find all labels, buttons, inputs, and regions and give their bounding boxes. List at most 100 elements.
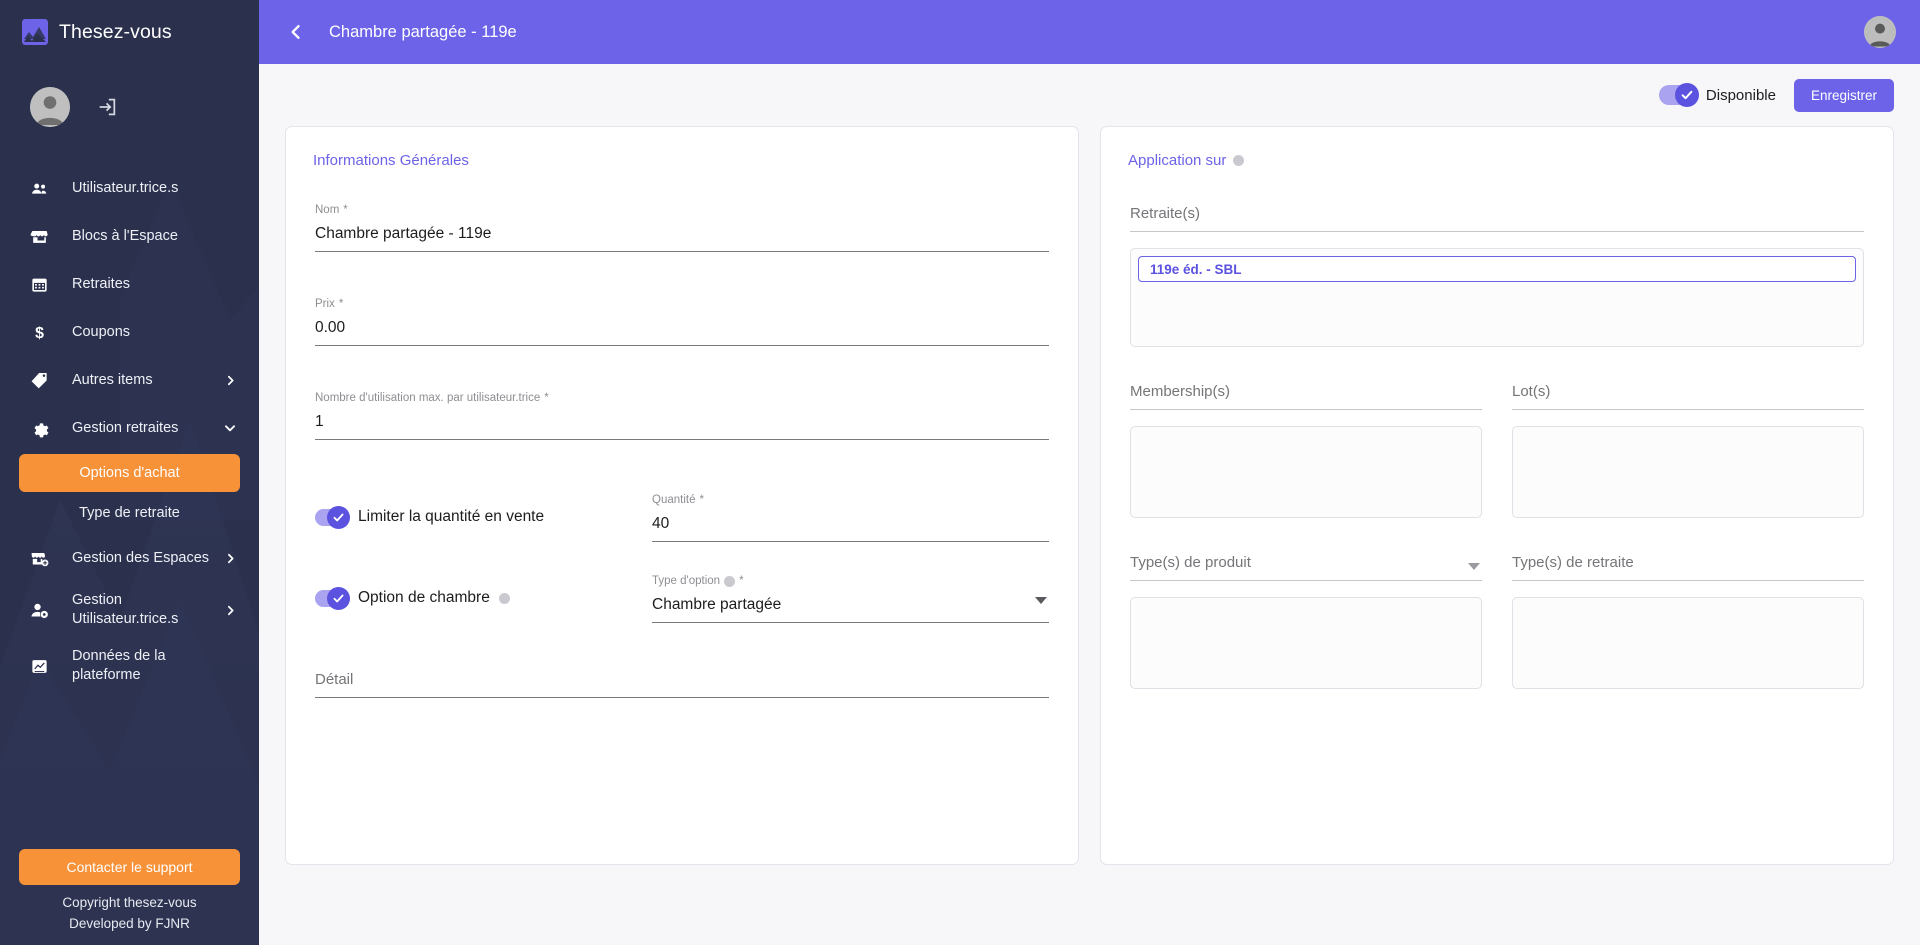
retraite-chip-label: 119e éd. - SBL <box>1150 261 1242 277</box>
field-underline <box>315 696 1049 698</box>
field-label: Type d'option * <box>652 574 1049 589</box>
sidebar-item-label: Retraites <box>72 275 131 292</box>
nombre-utilisation-input-value[interactable]: 1 <box>315 406 1049 439</box>
type-retraite-chip-box[interactable] <box>1512 597 1864 689</box>
sidebar-item-autres-items[interactable]: Autres items <box>0 356 259 404</box>
sidebar-item-blocs[interactable]: Blocs à l'Espace <box>0 212 259 260</box>
sidebar-item-label: Gestion des Espaces <box>72 549 210 566</box>
types-row: Type(s) de produit Type(s) de retraite <box>1130 550 1864 581</box>
nom-input-value[interactable]: Chambre partagée - 119e <box>315 218 1049 251</box>
logout-icon[interactable] <box>96 96 118 118</box>
chevron-down-icon <box>223 421 237 435</box>
sidebar-item-coupons[interactable]: $ Coupons <box>0 308 259 356</box>
types-boxes <box>1130 581 1864 689</box>
lots-placeholder: Lot(s) <box>1512 383 1551 400</box>
general-form: Nom * Chambre partagée - 119e Prix * 0.00 <box>286 127 1078 698</box>
brand-name: Thesez-vous <box>59 20 172 43</box>
sidebar-subitem-type-de-retraite[interactable]: Type de retraite <box>19 494 240 532</box>
field-label: Nombre d'utilisation max. par utilisateu… <box>315 391 1049 406</box>
field-memberships[interactable]: Membership(s) <box>1130 379 1482 410</box>
room-option-toggle[interactable]: Option de chambre <box>315 586 652 610</box>
field-lots[interactable]: Lot(s) <box>1512 379 1864 410</box>
tag-icon <box>28 371 50 390</box>
field-underline <box>315 250 1049 252</box>
type-option-selected-value[interactable]: Chambre partagée <box>652 589 1049 622</box>
prix-input-value[interactable]: 0.00 <box>315 312 1049 345</box>
user-gear-icon <box>28 601 50 620</box>
sidebar-item-label: Blocs à l'Espace <box>72 227 178 244</box>
field-type-option[interactable]: Type d'option * Chambre partagée <box>652 574 1049 623</box>
save-button[interactable]: Enregistrer <box>1793 78 1894 112</box>
sidebar-item-label: Gestion Utilisateur.trice.s <box>72 592 179 627</box>
detail-placeholder: Détail <box>315 670 354 688</box>
sidebar-item-label: Gestion retraites <box>72 419 179 436</box>
sidebar-item-label: Données de la plateforme <box>72 648 166 683</box>
card-title-text: Application sur <box>1128 152 1227 169</box>
svg-text:$: $ <box>35 325 44 342</box>
field-label: Nom * <box>315 203 1049 218</box>
required-marker: * <box>544 391 549 404</box>
info-icon[interactable] <box>1233 155 1245 166</box>
people-icon <box>28 179 50 198</box>
availability-label: Disponible <box>1705 86 1776 104</box>
limit-quantity-toggle[interactable]: Limiter la quantité en vente <box>315 505 652 529</box>
toggle-knob-checked <box>327 586 350 610</box>
memberships-placeholder: Membership(s) <box>1130 383 1231 400</box>
field-underline <box>1130 409 1482 410</box>
application-card: Application sur Retraite(s) 119e éd. - S… <box>1100 126 1894 865</box>
app-root: Thesez-vous Utilisateur.trice.s Blocs à … <box>0 0 1920 945</box>
field-prix[interactable]: Prix * 0.00 <box>315 297 1049 346</box>
sidebar-item-gestion-utilisateurs[interactable]: Gestion Utilisateur.trice.s <box>0 582 259 638</box>
chevron-left-icon[interactable] <box>285 21 307 43</box>
field-nombre-utilisation-max[interactable]: Nombre d'utilisation max. par utilisateu… <box>315 391 1049 440</box>
retraite-chip[interactable]: 119e éd. - SBL <box>1138 256 1856 282</box>
sidebar-item-donnees-plateforme[interactable]: Données de la plateforme <box>0 638 259 694</box>
chevron-right-icon <box>223 374 237 387</box>
calendar-icon <box>28 275 50 294</box>
info-icon[interactable] <box>724 575 736 587</box>
field-type-produit[interactable]: Type(s) de produit <box>1130 550 1482 581</box>
lots-chip-box[interactable] <box>1512 426 1864 518</box>
availability-toggle[interactable]: Disponible <box>1658 83 1776 107</box>
field-underline <box>315 438 1049 440</box>
info-icon[interactable] <box>498 592 510 604</box>
field-underline <box>1512 409 1864 410</box>
type-retraite-placeholder: Type(s) de retraite <box>1512 554 1634 571</box>
copyright: Copyright thesez-vous Developed by FJNR <box>19 893 240 935</box>
chevron-right-icon <box>223 552 237 565</box>
sidebar-item-retraites[interactable]: Retraites <box>0 260 259 308</box>
field-nom[interactable]: Nom * Chambre partagée - 119e <box>315 203 1049 252</box>
field-label-text: Type d'option <box>652 574 721 587</box>
user-avatar-icon[interactable] <box>1864 16 1896 48</box>
sidebar-item-utilisateurs[interactable]: Utilisateur.trice.s <box>0 164 259 212</box>
sidebar-subitem-label: Options d'achat <box>79 465 180 481</box>
sidebar-nav: Utilisateur.trice.s Blocs à l'Espace Ret… <box>0 150 259 694</box>
field-underline <box>1130 580 1482 581</box>
chevron-down-icon[interactable] <box>1035 596 1047 604</box>
gear-icon <box>28 419 50 438</box>
room-option-row: Option de chambre Type d'option * Chambr… <box>315 574 1049 623</box>
field-type-retraite[interactable]: Type(s) de retraite <box>1512 550 1864 581</box>
sidebar-item-label: Utilisateur.trice.s <box>72 179 179 196</box>
contact-support-button[interactable]: Contacter le support <box>19 849 240 886</box>
room-option-label-text: Option de chambre <box>358 589 490 607</box>
user-avatar-icon[interactable] <box>30 87 70 127</box>
type-produit-chip-box[interactable] <box>1130 597 1482 689</box>
toggle-knob-checked <box>327 505 350 529</box>
memberships-chip-box[interactable] <box>1130 426 1482 518</box>
field-label: Prix * <box>315 297 1049 312</box>
sidebar-subitem-options-achat[interactable]: Options d'achat <box>19 454 240 492</box>
chevron-down-icon[interactable] <box>1468 563 1480 570</box>
content-area: Informations Générales Nom * Chambre part… <box>259 126 1920 945</box>
sidebar-item-gestion-retraites[interactable]: Gestion retraites <box>0 404 259 452</box>
field-detail[interactable]: Détail <box>315 667 1049 698</box>
retraites-placeholder: Retraite(s) <box>1130 205 1201 222</box>
card-title-text: Informations Générales <box>313 152 469 169</box>
field-quantite[interactable]: Quantité * 40 <box>652 493 1049 542</box>
sidebar-item-gestion-des-espaces[interactable]: Gestion des Espaces <box>0 534 259 582</box>
field-label-text: Prix <box>315 297 335 310</box>
quantite-input-value[interactable]: 40 <box>652 508 1049 541</box>
field-retraites[interactable]: Retraite(s) <box>1130 201 1864 232</box>
sidebar-item-label: Coupons <box>72 323 131 340</box>
retraites-chip-box[interactable]: 119e éd. - SBL <box>1130 248 1864 347</box>
